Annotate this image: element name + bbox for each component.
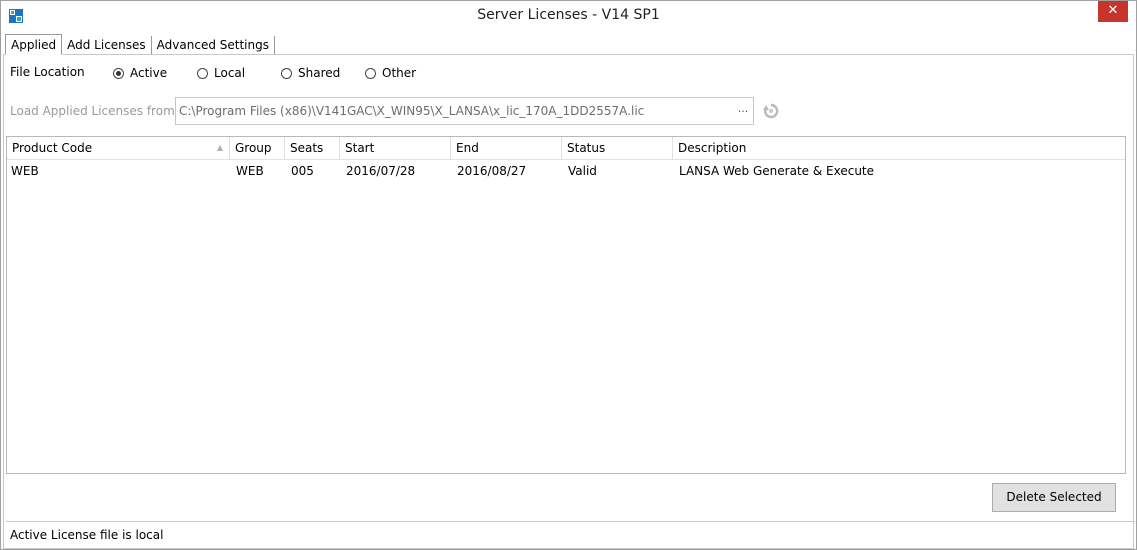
licenses-grid[interactable]: Product Code ▲ Group Seats Start End Sta…	[6, 136, 1126, 474]
tab-panel-applied: File Location Active Local Shared Other	[3, 54, 1135, 549]
status-text: Active License file is local	[10, 528, 164, 542]
title-bar: Server Licenses - V14 SP1 ✕	[1, 1, 1136, 31]
browse-button[interactable]: ...	[736, 103, 750, 117]
column-header-description[interactable]: Description	[673, 137, 1125, 159]
close-button[interactable]: ✕	[1098, 1, 1128, 22]
file-location-label: File Location	[10, 65, 85, 79]
column-header-seats[interactable]: Seats	[285, 137, 340, 159]
radio-active-indicator[interactable]	[113, 67, 124, 79]
radio-active-label[interactable]: Active	[130, 66, 167, 80]
radio-shared[interactable]: Shared	[281, 64, 340, 82]
column-header-label[interactable]: Product Code	[12, 141, 92, 155]
load-row: Load Applied Licenses from C:\Program Fi…	[10, 97, 1120, 127]
window: Server Licenses - V14 SP1 ✕ Applied Add …	[0, 0, 1137, 550]
status-bar: Active License file is local	[6, 521, 1135, 548]
refresh-icon[interactable]	[762, 102, 780, 120]
cell-product-code: WEB	[11, 164, 39, 178]
sort-ascending-icon: ▲	[216, 143, 223, 152]
radio-local[interactable]: Local	[197, 64, 245, 82]
tab-advanced-settings[interactable]: Advanced Settings	[151, 36, 275, 54]
column-header-end[interactable]: End	[451, 137, 562, 159]
radio-other-indicator[interactable]	[365, 67, 376, 79]
table-row[interactable]: WEB WEB 005 2016/07/28 2016/08/27 Valid …	[7, 160, 1125, 182]
client-area: Applied Add Licenses Advanced Settings F…	[1, 31, 1136, 549]
column-header-group[interactable]: Group	[230, 137, 285, 159]
radio-shared-label[interactable]: Shared	[298, 66, 340, 80]
cell-start: 2016/07/28	[346, 164, 416, 178]
cell-seats: 005	[291, 164, 314, 178]
cell-group: WEB	[236, 164, 264, 178]
radio-local-label[interactable]: Local	[214, 66, 245, 80]
tab-add-licenses[interactable]: Add Licenses	[62, 36, 152, 54]
column-header-status[interactable]: Status	[562, 137, 673, 159]
load-applied-label: Load Applied Licenses from	[10, 104, 175, 118]
column-header-start[interactable]: Start	[340, 137, 451, 159]
file-location-row: File Location Active Local Shared Other	[10, 64, 710, 82]
column-header-product-code[interactable]: Product Code ▲	[7, 137, 230, 159]
window-title: Server Licenses - V14 SP1	[477, 7, 660, 23]
license-path-field[interactable]: C:\Program Files (x86)\V141GAC\X_WIN95\X…	[175, 97, 754, 125]
grid-header: Product Code ▲ Group Seats Start End Sta…	[7, 137, 1125, 160]
cell-status: Valid	[568, 164, 597, 178]
delete-selected-button[interactable]: Delete Selected	[992, 483, 1116, 512]
radio-other[interactable]: Other	[365, 64, 416, 82]
radio-active[interactable]: Active	[113, 64, 167, 82]
tab-strip: Applied Add Licenses Advanced Settings	[5, 34, 275, 55]
radio-other-label[interactable]: Other	[382, 66, 416, 80]
cell-end: 2016/08/27	[457, 164, 527, 178]
radio-local-indicator[interactable]	[197, 67, 208, 79]
radio-shared-indicator[interactable]	[281, 67, 292, 79]
tab-applied[interactable]: Applied	[5, 34, 63, 55]
cell-description: LANSA Web Generate & Execute	[679, 164, 875, 178]
